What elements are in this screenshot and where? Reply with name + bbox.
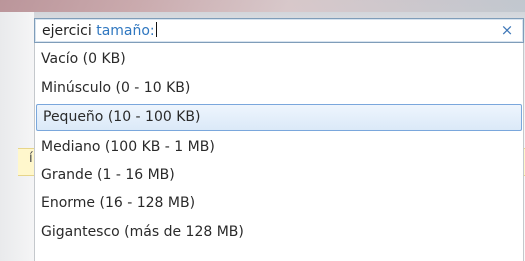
search-input[interactable]: ejercici tamaño: bbox=[42, 22, 157, 40]
size-option-large[interactable]: Grande (1 - 16 MB) bbox=[35, 163, 523, 188]
size-option-empty[interactable]: Vacío (0 KB) bbox=[35, 47, 523, 72]
size-option-gigantic[interactable]: Gigantesco (más de 128 MB) bbox=[35, 220, 523, 245]
text-caret bbox=[155, 22, 157, 37]
navigation-pane-edge bbox=[0, 12, 34, 261]
size-option-medium[interactable]: Mediano (100 KB - 1 MB) bbox=[35, 135, 523, 160]
search-box[interactable]: ejercici tamaño: × bbox=[34, 18, 524, 43]
search-filter-keyword: tamaño: bbox=[96, 23, 155, 39]
info-bar-partial-text: í bbox=[29, 151, 33, 166]
size-filter-dropdown: Vacío (0 KB) Minúsculo (0 - 10 KB) Peque… bbox=[34, 43, 524, 261]
search-query-text: ejercici bbox=[42, 23, 92, 39]
size-option-small[interactable]: Pequeño (10 - 100 KB) bbox=[36, 104, 522, 131]
clear-search-icon[interactable]: × bbox=[500, 22, 514, 38]
size-option-tiny[interactable]: Minúsculo (0 - 10 KB) bbox=[35, 76, 523, 101]
window-title-bar bbox=[0, 0, 525, 12]
size-option-huge[interactable]: Enorme (16 - 128 MB) bbox=[35, 191, 523, 216]
